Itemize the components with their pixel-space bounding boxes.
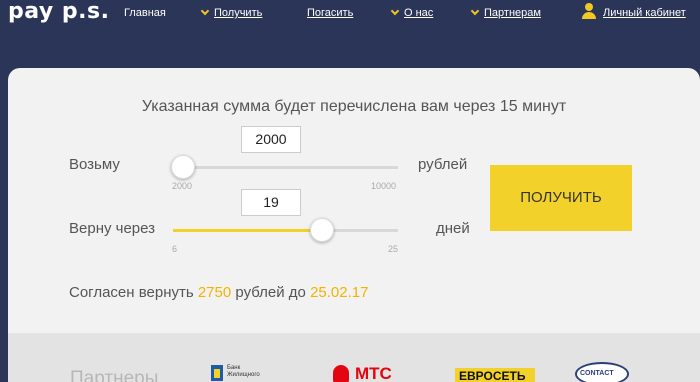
user-icon[interactable] [582,3,596,19]
take-unit: рублей [418,156,468,173]
chevron-down-icon [470,6,480,16]
days-input[interactable]: 19 [241,189,301,216]
take-label: Возьму [69,156,120,173]
site-header: pay p.s. Главная Получить Погасить О нас… [0,0,700,28]
amount-slider-thumb[interactable] [171,155,195,179]
contact-wordmark: CONTACT [580,370,614,377]
return-unit: дней [436,220,470,237]
nav-home-label[interactable]: Главная [124,7,166,19]
chevron-down-icon [390,6,400,16]
loan-calculator: Указанная сумма будет перечислена вам че… [8,68,700,333]
euroset-wordmark: ЕВРОСЕТЬ [459,369,526,382]
bank-name-line1: Банк [227,365,241,371]
mts-egg-icon [333,365,349,382]
nav-repay[interactable]: Погасить [307,6,353,20]
bank-name-line2: Жилищного [227,372,260,378]
get-loan-button[interactable]: ПОЛУЧИТЬ [490,165,632,231]
bank-logo[interactable]: Банк Жилищного [211,365,281,382]
nav-home[interactable]: Главная [124,6,166,20]
repay-summary: Согласен вернуть 2750 рублей до 25.02.17 [69,284,368,301]
return-label: Верну через [69,220,156,237]
logo[interactable]: pay p.s. [8,1,109,23]
chevron-down-icon [200,6,210,16]
bank-emblem-icon [211,365,223,381]
nav-partners[interactable]: Партнерам [470,6,541,20]
days-slider-fill [173,229,327,232]
partners-title: Партнеры [70,368,159,382]
summary-prefix: Согласен вернуть [69,284,194,301]
amount-max-label: 10000 [371,181,397,191]
days-max-label: 25 [388,244,399,254]
summary-middle: рублей до [235,284,306,301]
mts-logo[interactable]: МТС [333,364,405,382]
contact-logo[interactable]: CONTACT [575,362,629,382]
amount-input[interactable]: 2000 [241,126,301,153]
nav-account-label[interactable]: Личный кабинет [603,7,686,19]
nav-account[interactable]: Личный кабинет [603,6,686,20]
nav-about[interactable]: О нас [390,6,433,20]
euroset-logo[interactable]: ЕВРОСЕТЬ [455,368,535,382]
nav-repay-label[interactable]: Погасить [307,7,353,19]
days-slider-thumb[interactable] [310,218,334,242]
repay-amount: 2750 [197,284,232,301]
days-min-label: 6 [172,244,178,254]
calculator-title: Указанная сумма будет перечислена вам че… [141,98,567,115]
nav-get[interactable]: Получить [200,6,262,20]
nav-get-label[interactable]: Получить [214,7,262,19]
partners-strip: Партнеры Банк Жилищного МТС ЕВРОСЕТЬ CON… [8,333,700,382]
amount-slider-track[interactable] [173,166,398,169]
nav-about-label[interactable]: О нас [404,7,433,19]
nav-partners-label[interactable]: Партнерам [484,7,541,19]
mts-wordmark: МТС [355,364,392,382]
amount-min-label: 2000 [172,181,193,191]
repay-date: 25.02.17 [310,284,369,301]
